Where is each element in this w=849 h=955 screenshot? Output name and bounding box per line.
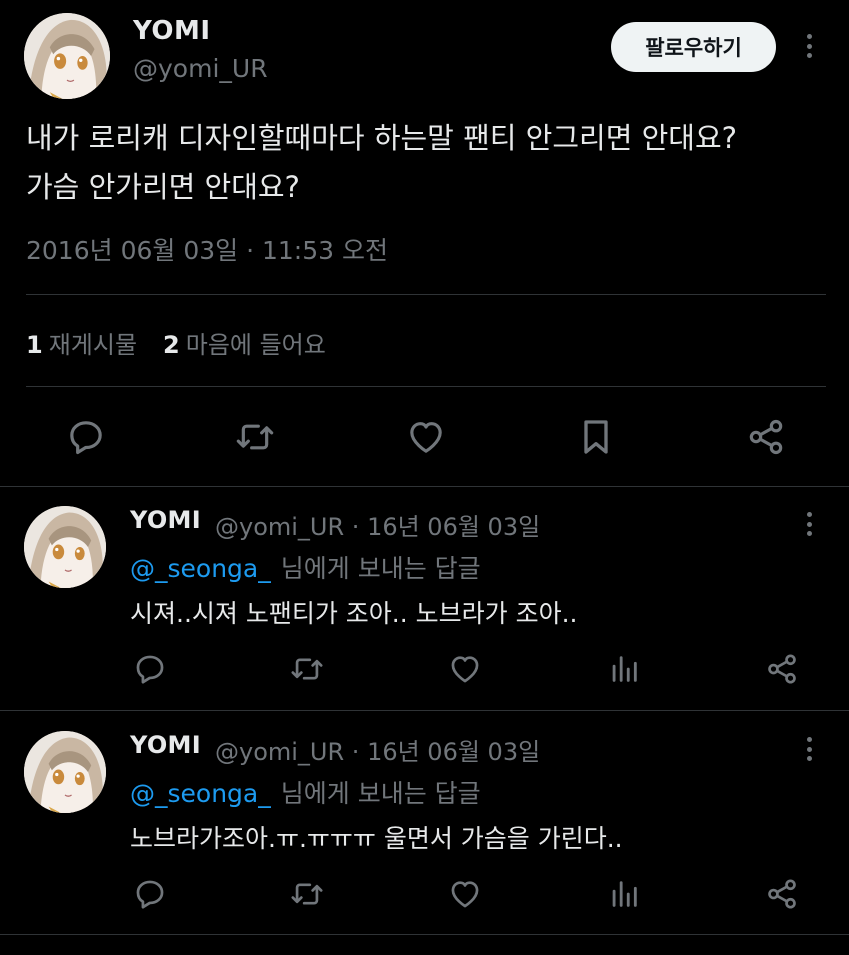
repost-icon[interactable] [289, 877, 325, 911]
heart-icon[interactable] [448, 877, 482, 911]
tweet-timestamp[interactable]: 2016년 06월 03일 · 11:53 오전 [26, 231, 388, 267]
follow-button[interactable]: 팔로우하기 [611, 22, 776, 72]
author-handle[interactable]: @yomi_UR [133, 54, 268, 83]
heart-icon[interactable] [448, 652, 482, 686]
likes-stat[interactable]: 2 마음에 들어요 [163, 325, 326, 360]
more-icon[interactable] [797, 733, 821, 765]
bookmark-icon[interactable] [576, 416, 616, 458]
tweet-text: 내가 로리캐 디자인할때마다 하는말 팬티 안그리면 안대요? 가슴 안가리면 … [26, 114, 826, 212]
reposts-count: 1 [26, 331, 43, 359]
views-icon[interactable] [607, 652, 641, 686]
likes-label: 마음에 들어요 [185, 331, 326, 359]
reply-meta[interactable]: @yomi_UR · 16년 06월 03일 [215, 732, 540, 767]
avatar[interactable] [24, 731, 106, 813]
likes-count: 2 [163, 331, 180, 359]
reply-to-line: @_seonga_ 님에게 보내는 답글 [130, 774, 481, 810]
divider [0, 934, 849, 935]
reply-to-label: 님에게 보내는 답글 [280, 779, 481, 808]
divider [0, 486, 849, 487]
reply-meta[interactable]: @yomi_UR · 16년 06월 03일 [215, 507, 540, 542]
divider [26, 386, 826, 387]
reply-icon[interactable] [133, 877, 167, 911]
repost-icon[interactable] [289, 652, 325, 686]
divider [26, 294, 826, 295]
reply-icon[interactable] [65, 417, 107, 457]
divider [0, 710, 849, 711]
tweet-stats: 1 재게시물 2 마음에 들어요 [26, 325, 326, 360]
avatar[interactable] [24, 506, 106, 588]
more-icon[interactable] [797, 30, 821, 62]
avatar[interactable] [24, 13, 110, 99]
share-icon[interactable] [765, 652, 799, 686]
heart-icon[interactable] [405, 417, 447, 457]
tweet-text-line: 가슴 안가리면 안대요? [26, 170, 300, 204]
share-icon[interactable] [746, 417, 786, 457]
reply-icon[interactable] [133, 652, 167, 686]
share-icon[interactable] [765, 877, 799, 911]
reply-text: 시져..시져 노팬티가 조아.. 노브라가 조아.. [130, 599, 578, 628]
reply-to-label: 님에게 보내는 답글 [280, 554, 481, 583]
more-icon[interactable] [797, 508, 821, 540]
reply-text: 노브라가조아.ㅠ.ㅠㅠㅠ 울면서 가슴을 가린다.. [130, 824, 623, 853]
reply-to-line: @_seonga_ 님에게 보내는 답글 [130, 549, 481, 585]
repost-icon[interactable] [233, 417, 277, 457]
reply-author-name[interactable]: YOMI [130, 506, 201, 534]
mention-link[interactable]: @_seonga_ [130, 779, 271, 808]
author-display-name[interactable]: YOMI [133, 16, 211, 46]
views-icon[interactable] [607, 877, 641, 911]
reposts-label: 재게시물 [48, 331, 138, 359]
tweet-text-line: 내가 로리캐 디자인할때마다 하는말 팬티 안그리면 안대요? [26, 121, 738, 155]
reposts-stat[interactable]: 1 재게시물 [26, 325, 137, 360]
reply-author-name[interactable]: YOMI [130, 731, 201, 759]
mention-link[interactable]: @_seonga_ [130, 554, 271, 583]
